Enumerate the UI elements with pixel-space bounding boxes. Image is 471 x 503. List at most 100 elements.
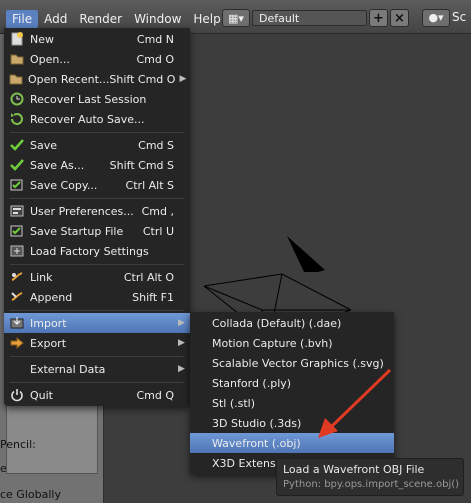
menu-item-label: Recover Auto Save... bbox=[30, 112, 145, 126]
submenu-arrow-icon: ▶ bbox=[178, 338, 185, 348]
menu-item-quit[interactable]: Quit Cmd Q bbox=[4, 385, 190, 405]
scene-name[interactable]: Sc bbox=[452, 10, 466, 24]
save-startup-icon bbox=[9, 224, 25, 238]
tooltip-title: Load a Wavefront OBJ File bbox=[283, 463, 425, 476]
menu-item-export[interactable]: Export ▶ bbox=[4, 333, 190, 353]
menu-item-shortcut: Cmd O bbox=[136, 52, 174, 66]
check-icon bbox=[9, 138, 25, 152]
submenu-arrow-icon: ▶ bbox=[179, 74, 187, 84]
check-icon bbox=[9, 158, 25, 172]
menu-item-shortcut: Shift F1 bbox=[132, 290, 174, 304]
menu-item-label: Link bbox=[30, 270, 53, 284]
tooltip-python: Python: bpy.ops.import_scene.obj() bbox=[283, 479, 460, 490]
menu-item-label: Append bbox=[30, 290, 73, 304]
screen-layout-selector: ▦▾ Default + × bbox=[222, 9, 409, 27]
menu-item-shortcut: Shift Cmd O bbox=[109, 72, 176, 86]
import-ply-item[interactable]: Stanford (.ply) bbox=[190, 373, 394, 393]
menu-item-new[interactable]: New Cmd N bbox=[4, 29, 190, 49]
menu-item-label: Save Startup File bbox=[30, 224, 124, 238]
menu-item-user-preferences[interactable]: User Preferences... Cmd , bbox=[4, 201, 190, 221]
folder-open-icon bbox=[9, 52, 25, 66]
import-collada-item[interactable]: Collada (Default) (.dae) bbox=[190, 313, 394, 333]
power-icon bbox=[9, 388, 25, 402]
menu-item-label: Load Factory Settings bbox=[30, 244, 149, 258]
grease-pencil-label: Pencil: bbox=[0, 438, 36, 451]
file-menu-dropdown: New Cmd N Open... Cmd O Open Recent... S… bbox=[4, 28, 190, 406]
append-icon bbox=[9, 290, 25, 304]
import-stl-item[interactable]: Stl (.stl) bbox=[190, 393, 394, 413]
menu-item-label: Save Copy... bbox=[30, 178, 98, 192]
menu-item-append[interactable]: Append Shift F1 bbox=[4, 287, 190, 307]
menu-item-label: Open Recent... bbox=[28, 72, 110, 86]
new-file-icon bbox=[9, 32, 25, 46]
menu-item-shortcut: Shift Cmd S bbox=[109, 158, 174, 172]
menu-add[interactable]: Add bbox=[38, 10, 73, 28]
submenu-arrow-icon: ▶ bbox=[178, 364, 185, 374]
remove-layout-button[interactable]: × bbox=[390, 9, 409, 27]
recover-icon bbox=[9, 92, 25, 106]
link-icon bbox=[9, 270, 25, 284]
layout-name-field[interactable]: Default bbox=[252, 10, 367, 26]
menu-item-shortcut: Cmd S bbox=[138, 138, 174, 152]
menu-item-shortcut: Cmd Q bbox=[136, 388, 174, 402]
menu-item-label: Save As... bbox=[30, 158, 85, 172]
menu-item-shortcut: Cmd , bbox=[141, 204, 174, 218]
shelf-label-e: e bbox=[0, 462, 7, 475]
menu-item-shortcut: Ctrl U bbox=[142, 224, 174, 238]
import-icon bbox=[9, 316, 25, 330]
menu-item-recover-last-session[interactable]: Recover Last Session bbox=[4, 89, 190, 109]
folder-recent-icon bbox=[9, 72, 23, 86]
menu-item-load-factory-settings[interactable]: Load Factory Settings bbox=[4, 241, 190, 261]
import-wavefront-obj-item[interactable]: Wavefront (.obj) bbox=[190, 433, 394, 453]
menu-item-save-startup-file[interactable]: Save Startup File Ctrl U bbox=[4, 221, 190, 241]
external-data-icon bbox=[9, 362, 25, 376]
menu-item-open[interactable]: Open... Cmd O bbox=[4, 49, 190, 69]
add-layout-button[interactable]: + bbox=[369, 9, 388, 27]
menu-item-label: Open... bbox=[30, 52, 70, 66]
menu-item-save-as[interactable]: Save As... Shift Cmd S bbox=[4, 155, 190, 175]
menu-item-open-recent[interactable]: Open Recent... Shift Cmd O ▶ bbox=[4, 69, 190, 89]
menu-item-shortcut: Cmd N bbox=[136, 32, 174, 46]
camera-up-triangle bbox=[287, 236, 325, 272]
menu-item-import[interactable]: Import ▶ bbox=[4, 313, 190, 333]
menu-separator bbox=[10, 198, 184, 199]
import-submenu: Collada (Default) (.dae) Motion Capture … bbox=[190, 312, 394, 474]
menu-render[interactable]: Render bbox=[73, 10, 128, 28]
menu-separator bbox=[10, 382, 184, 383]
menu-item-recover-auto-save[interactable]: Recover Auto Save... bbox=[4, 109, 190, 129]
menu-item-label: Recover Last Session bbox=[30, 92, 147, 106]
main-menu-bar: File Add Render Window Help bbox=[6, 10, 227, 28]
menu-window[interactable]: Window bbox=[128, 10, 187, 28]
menu-separator bbox=[10, 356, 184, 357]
menu-item-label: External Data bbox=[30, 362, 106, 376]
menu-item-save[interactable]: Save Cmd S bbox=[4, 135, 190, 155]
import-svg-item[interactable]: Scalable Vector Graphics (.svg) bbox=[190, 353, 394, 373]
scene-selector-icon[interactable]: ●▾ bbox=[422, 9, 450, 27]
menu-separator bbox=[10, 310, 184, 311]
import-bvh-item[interactable]: Motion Capture (.bvh) bbox=[190, 333, 394, 353]
menu-separator bbox=[10, 132, 184, 133]
menu-help[interactable]: Help bbox=[187, 10, 226, 28]
menu-item-label: User Preferences... bbox=[30, 204, 134, 218]
factory-settings-icon bbox=[9, 244, 25, 258]
menu-file[interactable]: File bbox=[6, 10, 39, 28]
menu-separator bbox=[10, 264, 184, 265]
preferences-icon bbox=[9, 204, 25, 218]
menu-item-link[interactable]: Link Ctrl Alt O bbox=[4, 267, 190, 287]
menu-item-save-copy[interactable]: Save Copy... Ctrl Alt S bbox=[4, 175, 190, 195]
place-globally-label: ce Globally bbox=[0, 488, 61, 501]
menu-item-label: New bbox=[30, 32, 54, 46]
menu-item-label: Export bbox=[30, 336, 67, 350]
menu-item-shortcut: Ctrl Alt S bbox=[125, 178, 174, 192]
submenu-arrow-icon: ▶ bbox=[178, 318, 185, 328]
menu-item-label: Save bbox=[30, 138, 58, 152]
tooltip: Load a Wavefront OBJ File Python: bpy.op… bbox=[276, 458, 464, 496]
export-icon bbox=[9, 336, 25, 350]
recover-auto-icon bbox=[9, 112, 25, 126]
layout-grid-icon[interactable]: ▦▾ bbox=[222, 9, 250, 27]
menu-item-shortcut: Ctrl Alt O bbox=[123, 270, 174, 284]
save-copy-icon bbox=[9, 178, 25, 192]
menu-item-label: Quit bbox=[30, 388, 53, 402]
import-3ds-item[interactable]: 3D Studio (.3ds) bbox=[190, 413, 394, 433]
menu-item-external-data[interactable]: External Data ▶ bbox=[4, 359, 190, 379]
